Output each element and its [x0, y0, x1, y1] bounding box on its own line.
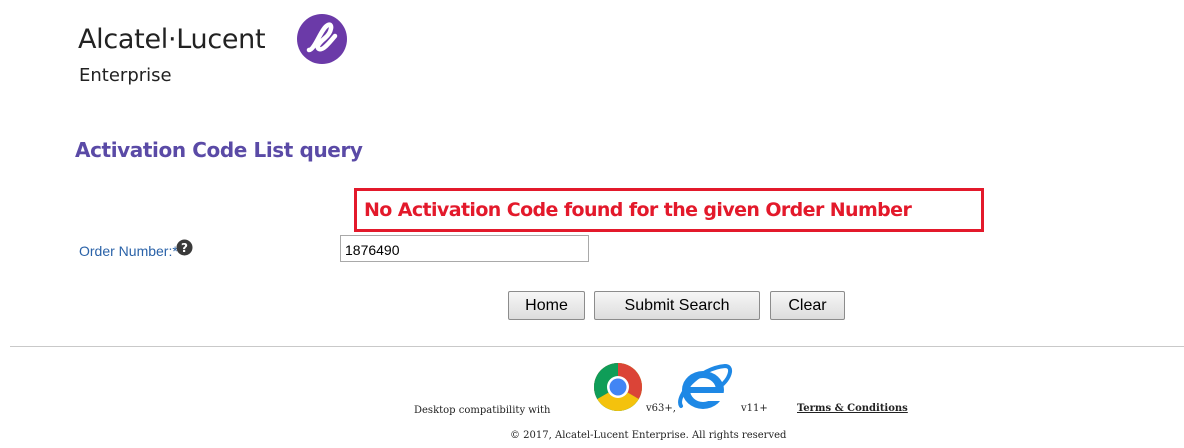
copyright-text: © 2017, Alcatel-Lucent Enterprise. All r…	[510, 430, 787, 441]
terms-and-conditions-link[interactable]: Terms & Conditions	[797, 403, 908, 414]
question-circle-icon[interactable]: ?	[176, 239, 193, 256]
footer-divider	[10, 346, 1184, 347]
brand-sub: Enterprise	[79, 65, 172, 86]
alcatel-lucent-mark-icon	[297, 14, 347, 64]
chrome-version: v63+,	[646, 403, 676, 414]
svg-text:?: ?	[181, 241, 188, 255]
error-message: No Activation Code found for the given O…	[364, 199, 912, 221]
brand-name: Alcatel·Lucent	[78, 24, 266, 55]
submit-search-button[interactable]: Submit Search	[594, 291, 760, 320]
chrome-icon	[594, 363, 642, 411]
error-message-box: No Activation Code found for the given O…	[354, 188, 984, 232]
compatibility-text: Desktop compatibility with	[414, 405, 551, 416]
internet-explorer-icon	[678, 363, 732, 409]
ie-version: v11+	[741, 403, 768, 414]
order-number-input[interactable]	[340, 235, 589, 262]
clear-button[interactable]: Clear	[770, 291, 845, 320]
home-button[interactable]: Home	[508, 291, 585, 320]
order-number-label: Order Number:*	[79, 243, 178, 259]
brand-logo: Alcatel·Lucent Enterprise	[78, 8, 398, 98]
page-title: Activation Code List query	[75, 138, 363, 162]
